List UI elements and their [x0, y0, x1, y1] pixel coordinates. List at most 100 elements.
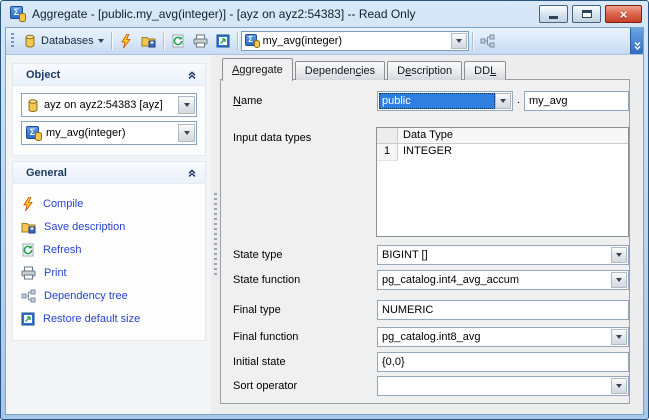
object-combo-value: my_avg(integer)	[46, 127, 126, 139]
sidebar-splitter[interactable]	[211, 55, 220, 414]
sort-operator-combo[interactable]	[377, 376, 629, 396]
final-function-label: Final function	[233, 331, 299, 343]
toolbar-separator	[236, 32, 238, 50]
table-empty-area	[377, 161, 628, 236]
dropdown-arrow-button[interactable]	[178, 124, 195, 142]
general-panel: General Compile Save description Refresh…	[12, 161, 206, 341]
final-function-row: Final function pg_catalog.int8_avg	[221, 327, 629, 347]
object-selector-value: my_avg(integer)	[262, 35, 343, 47]
lightning-icon	[23, 196, 33, 211]
aggregate-app-icon: Σ	[10, 6, 26, 22]
link-dependency-tree[interactable]: Dependency tree	[19, 284, 205, 307]
table-corner-cell	[377, 128, 398, 144]
link-save-description[interactable]: Save description	[19, 215, 205, 238]
double-chevron-down-icon	[634, 42, 640, 50]
aggregate-object-icon: Σ	[26, 125, 42, 141]
input-data-types-table[interactable]: Data Type 1 INTEGER	[376, 127, 629, 237]
window-body: Object ayz on ayz2:54383 [ayz] Σ my_avg(…	[6, 55, 643, 414]
dropdown-arrow-button[interactable]	[450, 33, 467, 49]
chevron-down-icon	[97, 39, 104, 43]
object-panel: Object ayz on ayz2:54383 [ayz] Σ my_avg(…	[12, 63, 206, 156]
object-panel-header[interactable]: Object	[13, 64, 205, 86]
dropdown-arrow-button[interactable]	[178, 96, 195, 114]
minimize-button[interactable]	[539, 5, 568, 23]
toolbar-separator	[471, 32, 473, 50]
final-type-label: Final type	[233, 304, 281, 316]
dropdown-arrow-icon	[616, 278, 622, 282]
restore-default-size-icon	[21, 312, 35, 325]
final-type-input[interactable]	[377, 300, 629, 320]
toolbar-overflow-button[interactable]	[630, 28, 643, 54]
dependency-tree-button[interactable]	[476, 30, 499, 52]
lightning-icon	[120, 34, 131, 48]
sort-operator-row: Sort operator	[221, 376, 629, 396]
minimize-icon	[549, 15, 558, 19]
state-type-combo[interactable]: BIGINT []	[377, 245, 629, 265]
collapse-panel-icon[interactable]	[187, 168, 197, 178]
dropdown-arrow-button[interactable]	[495, 93, 511, 109]
object-panel-body: ayz on ayz2:54383 [ayz] Σ my_avg(integer…	[13, 86, 205, 155]
table-row[interactable]: 1 INTEGER	[377, 144, 628, 161]
object-combo[interactable]: Σ my_avg(integer)	[21, 121, 197, 145]
general-panel-body: Compile Save description Refresh Print D…	[13, 184, 205, 340]
link-compile[interactable]: Compile	[19, 192, 205, 215]
app-window: Σ Aggregate - [public.my_avg(integer)] -…	[0, 0, 649, 420]
collapse-panel-icon[interactable]	[187, 70, 197, 80]
object-selector-combo[interactable]: Σ my_avg(integer)	[240, 31, 469, 51]
tab-aggregate[interactable]: Aggregate	[222, 58, 293, 81]
maximize-icon	[581, 10, 592, 18]
link-print[interactable]: Print	[19, 261, 205, 284]
schema-combo[interactable]: public	[377, 91, 513, 111]
close-icon: ×	[619, 6, 628, 22]
save-description-icon	[141, 37, 156, 48]
dropdown-arrow-button[interactable]	[611, 272, 627, 288]
print-button[interactable]	[189, 30, 212, 52]
aggregate-name-input[interactable]	[524, 91, 629, 111]
toolbar-separator	[162, 32, 164, 50]
data-type-cell[interactable]: INTEGER	[398, 144, 628, 161]
name-row: Name public .	[221, 91, 629, 111]
table-header-row: Data Type	[377, 128, 628, 144]
final-function-combo[interactable]: pg_catalog.int8_avg	[377, 327, 629, 347]
tab-ddl[interactable]: DDL	[464, 61, 507, 80]
databases-button[interactable]: Databases	[19, 30, 108, 52]
main-toolbar: Databases Σ my_avg(integer)	[6, 28, 643, 55]
input-data-types-label: Input data types	[233, 132, 312, 144]
compile-button[interactable]	[115, 30, 137, 52]
close-button[interactable]: ×	[605, 5, 642, 23]
dropdown-arrow-button[interactable]	[611, 329, 627, 345]
database-combo[interactable]: ayz on ayz2:54383 [ayz]	[21, 93, 197, 117]
link-restore-default-size[interactable]: Restore default size	[19, 307, 205, 330]
databases-button-label: Databases	[41, 35, 94, 47]
dropdown-arrow-icon	[455, 39, 462, 43]
restore-default-size-button[interactable]	[212, 30, 234, 52]
state-function-combo[interactable]: pg_catalog.int4_avg_accum	[377, 270, 629, 290]
toolbar-grip[interactable]	[11, 33, 14, 49]
aggregate-tab-page: Name public . Input data types	[220, 79, 630, 404]
refresh-button[interactable]	[167, 30, 189, 52]
restore-default-size-icon	[216, 34, 230, 48]
save-description-icon	[21, 222, 36, 233]
link-refresh[interactable]: Refresh	[19, 238, 205, 261]
general-panel-header[interactable]: General	[13, 162, 205, 184]
database-mini-icon	[19, 13, 26, 22]
initial-state-input[interactable]	[377, 352, 629, 372]
initial-state-label: Initial state	[233, 356, 286, 368]
save-description-button[interactable]	[137, 30, 160, 52]
object-panel-title: Object	[26, 68, 61, 81]
dropdown-arrow-icon	[616, 253, 622, 257]
tab-dependencies[interactable]: Dependencies	[294, 61, 386, 80]
aggregate-object-icon: Σ	[244, 34, 260, 48]
main-panel: Aggregate Dependencies Description DDL N…	[220, 55, 641, 412]
tab-description[interactable]: Description	[387, 61, 463, 80]
dependency-tree-icon	[21, 289, 36, 302]
maximize-button[interactable]	[572, 5, 601, 23]
client-area: Databases Σ my_avg(integer) Object ayz o…	[5, 27, 644, 415]
schema-name-separator: .	[517, 94, 521, 106]
state-function-label: State function	[233, 274, 301, 286]
dropdown-arrow-button[interactable]	[611, 378, 627, 394]
general-panel-title: General	[26, 166, 67, 179]
dropdown-arrow-button[interactable]	[611, 247, 627, 263]
dropdown-arrow-icon	[616, 335, 622, 339]
refresh-icon	[172, 34, 184, 48]
